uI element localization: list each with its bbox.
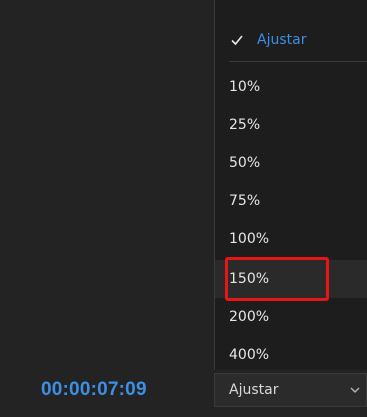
- menu-item-10[interactable]: 10%: [215, 68, 367, 106]
- menu-item-label: 75%: [229, 193, 261, 209]
- menu-separator: [229, 61, 367, 62]
- chevron-down-icon: [350, 387, 360, 393]
- zoom-select-value: Ajustar: [229, 382, 279, 398]
- check-icon: [231, 35, 243, 46]
- zoom-dropdown-menu: Ajustar 10% 25% 50% 75% 100% 150% 200% 4…: [214, 0, 367, 370]
- menu-item-50[interactable]: 50%: [215, 144, 367, 182]
- viewer-panel: Ajustar 10% 25% 50% 75% 100% 150% 200% 4…: [0, 0, 367, 417]
- menu-item-label: Ajustar: [257, 32, 307, 48]
- menu-item-label: 100%: [229, 231, 270, 247]
- annotation-highlight-box: [225, 257, 329, 301]
- menu-item-400[interactable]: 400%: [215, 336, 367, 374]
- menu-item-75[interactable]: 75%: [215, 182, 367, 220]
- menu-item-label: 50%: [229, 155, 261, 171]
- playhead-timecode[interactable]: 00:00:07:09: [41, 370, 147, 410]
- menu-item-ajustar[interactable]: Ajustar: [215, 19, 367, 61]
- menu-item-label: 400%: [229, 347, 270, 363]
- menu-item-100[interactable]: 100%: [215, 220, 367, 258]
- menu-item-25[interactable]: 25%: [215, 106, 367, 144]
- zoom-select[interactable]: Ajustar: [214, 373, 367, 407]
- menu-item-label: 25%: [229, 117, 261, 133]
- menu-item-200[interactable]: 200%: [215, 298, 367, 336]
- menu-item-label: 200%: [229, 309, 270, 325]
- menu-item-label: 10%: [229, 79, 261, 95]
